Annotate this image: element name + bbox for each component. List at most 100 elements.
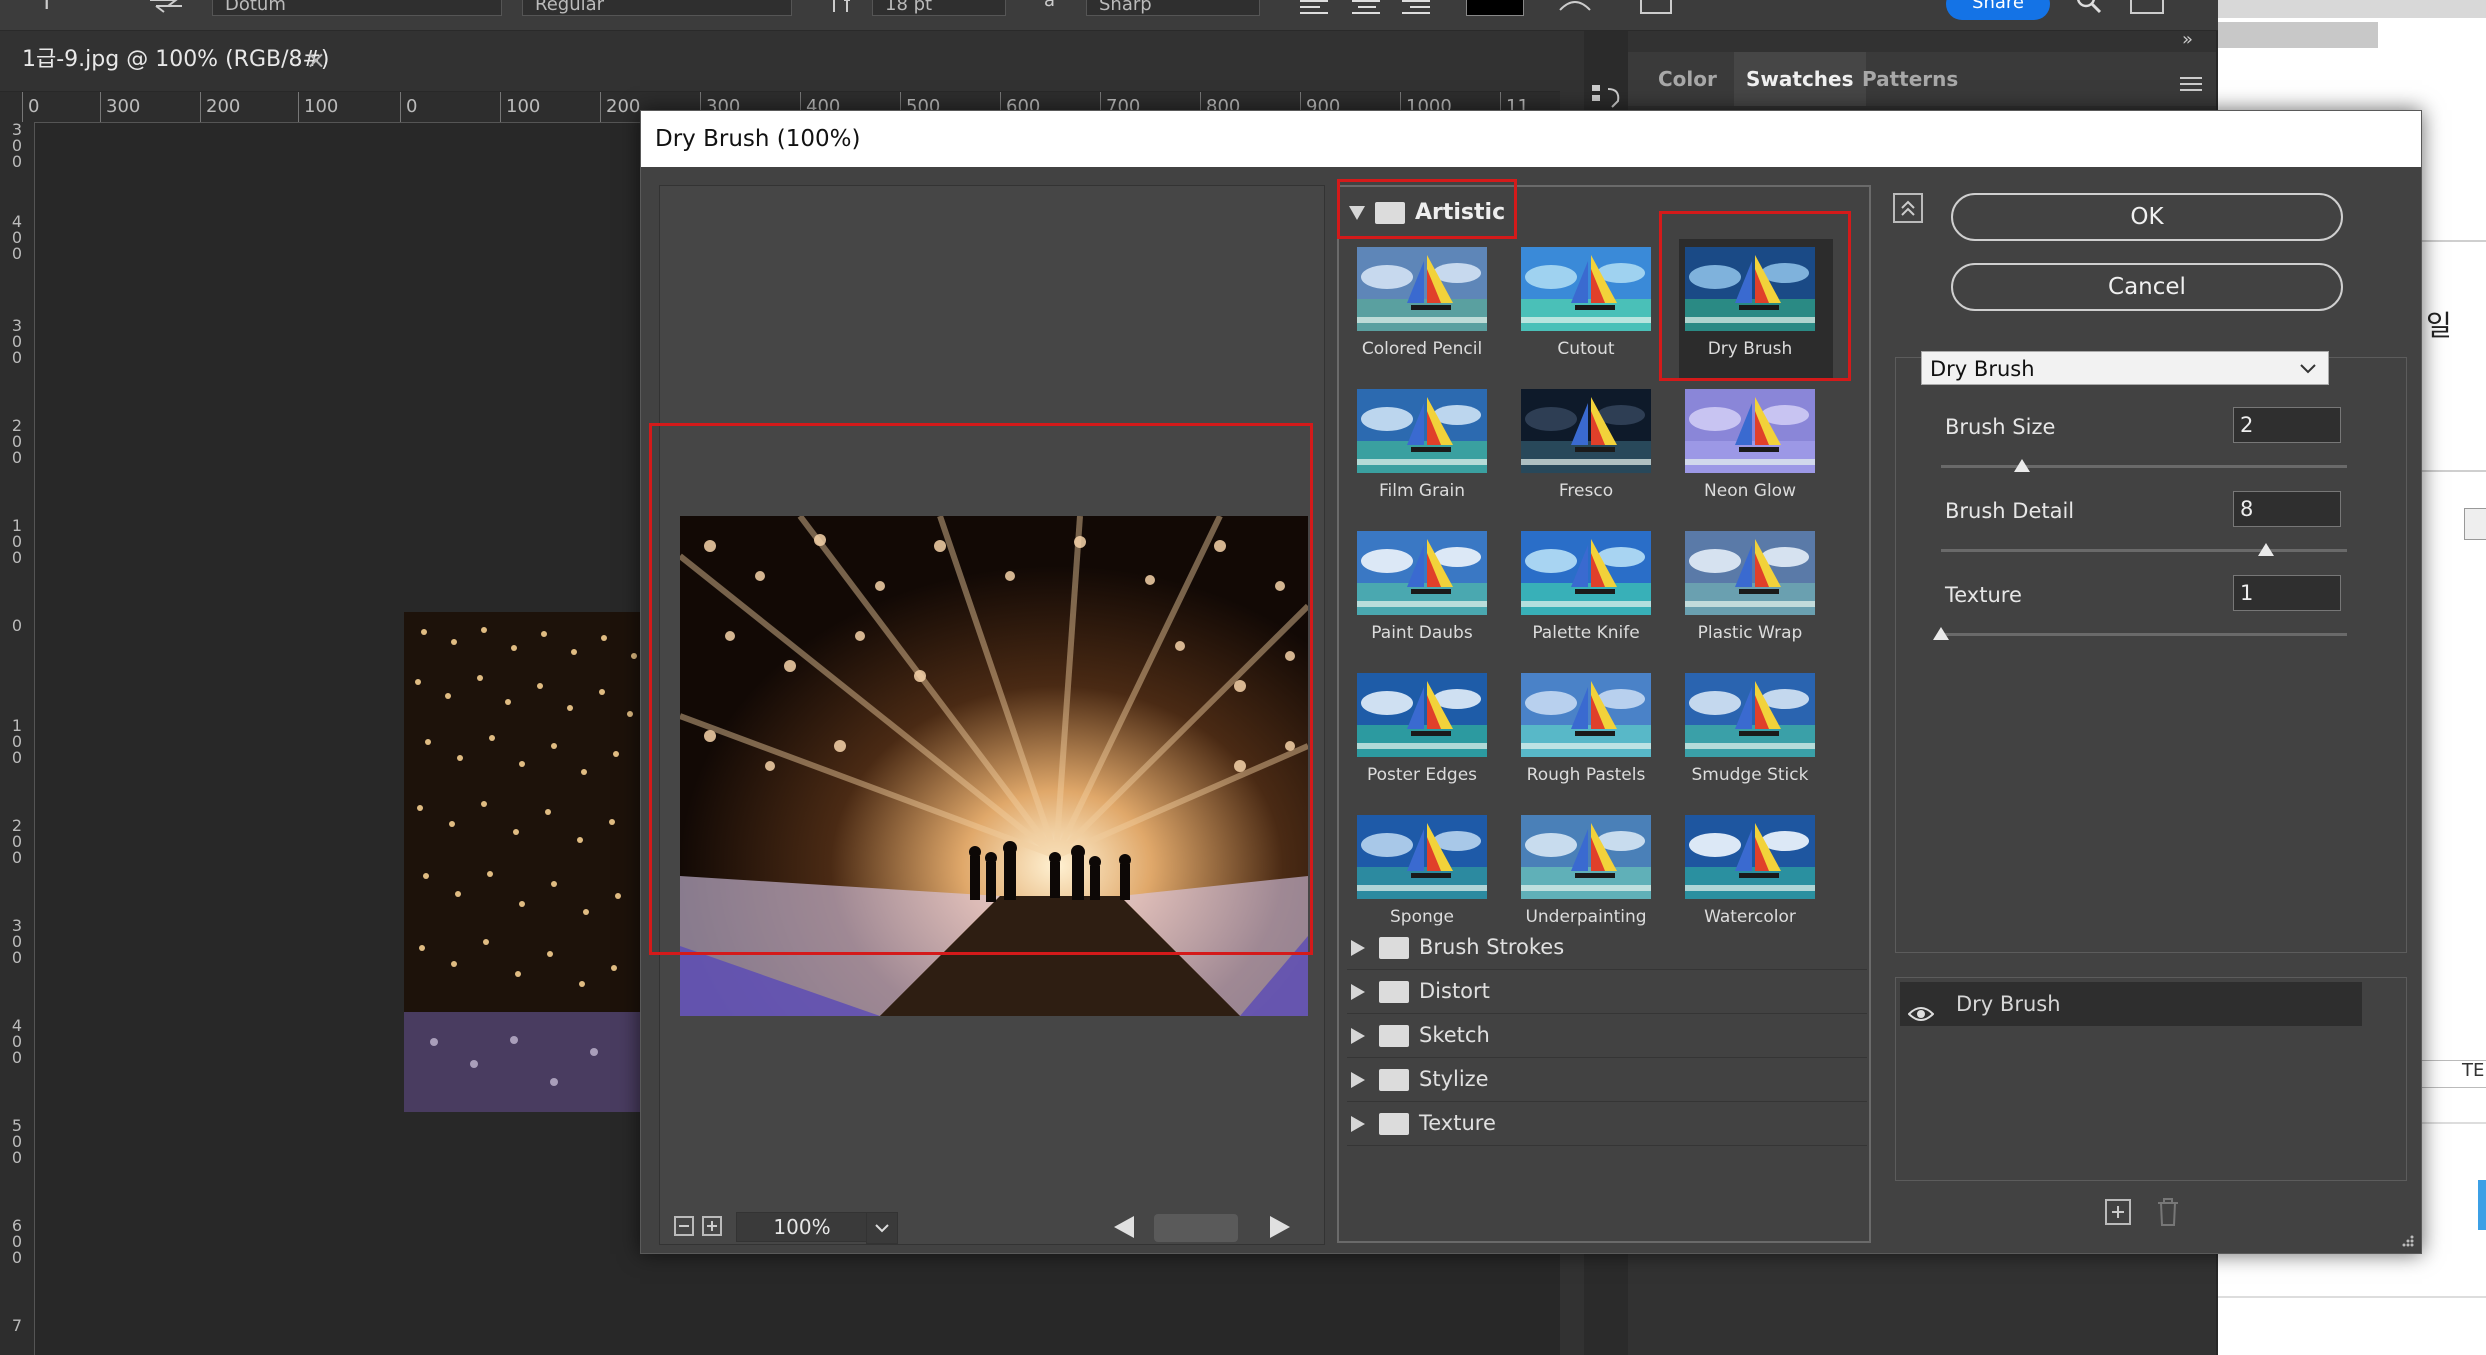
eye-icon[interactable] xyxy=(1907,994,1935,1021)
category-stylize-label: Stylize xyxy=(1419,1067,1489,1091)
filter-thumb-underpainting[interactable] xyxy=(1521,815,1651,899)
brush-detail-field[interactable]: 8 xyxy=(2233,491,2341,527)
text-color-swatch[interactable] xyxy=(1466,0,1524,16)
filter-thumb-film-grain[interactable] xyxy=(1357,389,1487,473)
filter-thumb-label: Palette Knife xyxy=(1532,623,1640,643)
search-icon[interactable] xyxy=(2074,0,2104,14)
tab-swatches[interactable]: Swatches xyxy=(1734,52,1866,106)
filter-thumb-rough-pastels[interactable] xyxy=(1521,673,1651,757)
filter-thumb-label: Film Grain xyxy=(1378,481,1466,501)
delete-effect-layer-icon[interactable] xyxy=(2155,1197,2181,1227)
brush-size-label: Brush Size xyxy=(1945,415,2056,439)
filter-select-value: Dry Brush xyxy=(1930,357,2035,381)
brush-detail-slider[interactable] xyxy=(1941,549,2347,552)
brush-size-field[interactable]: 2 xyxy=(2233,407,2341,443)
filter-thumb-poster-edges[interactable] xyxy=(1357,673,1487,757)
filter-thumb-neon-glow[interactable] xyxy=(1685,389,1815,473)
folder-icon xyxy=(1379,1025,1409,1047)
korean-label: 일 xyxy=(2426,309,2452,342)
texture-slider[interactable] xyxy=(1941,633,2347,636)
category-stylize[interactable]: Stylize xyxy=(1347,1057,1867,1102)
zoom-dropdown-chevron-down-icon[interactable] xyxy=(866,1212,898,1244)
workspace-icon[interactable] xyxy=(2130,0,2164,14)
filter-thumb-cutout[interactable] xyxy=(1521,247,1651,331)
options-bar: T Dotum Regular 18 pt a Sharp Share xyxy=(0,0,2220,31)
texture-field[interactable]: 1 xyxy=(2233,575,2341,611)
swatches-panel-header: Color Swatches Patterns xyxy=(1628,52,2216,106)
preview-scrollbar-thumb[interactable] xyxy=(1154,1214,1238,1242)
font-style-select[interactable]: Regular xyxy=(522,0,792,16)
share-button[interactable]: Share xyxy=(1946,0,2050,20)
effect-layers-panel: Dry Brush xyxy=(1895,977,2407,1181)
ruler-tick-label: 200 xyxy=(606,96,641,117)
tab-color[interactable]: Color xyxy=(1658,52,1717,106)
filter-thumb-smudge-stick[interactable] xyxy=(1685,673,1815,757)
ok-button[interactable]: OK xyxy=(1951,193,2343,241)
collapse-gallery-icon[interactable] xyxy=(1893,193,1923,223)
ruler-tick-label: 3 0 0 xyxy=(11,916,23,967)
ruler-tick-label: 0 xyxy=(11,616,23,635)
side-widget[interactable] xyxy=(2464,508,2486,540)
brush-detail-slider-handle[interactable] xyxy=(2257,543,2274,556)
zoom-out-icon[interactable] xyxy=(674,1216,694,1236)
brush-size-slider-handle[interactable] xyxy=(2014,459,2031,472)
brush-size-slider[interactable] xyxy=(1941,465,2347,468)
category-sketch[interactable]: Sketch xyxy=(1347,1013,1867,1058)
ruler-tick-label: 3 0 0 xyxy=(11,316,23,367)
collapse-panels-right-icon[interactable]: » xyxy=(2182,29,2193,50)
ruler-vertical: 3 0 0 4 0 0 3 0 0 2 0 0 1 0 0 0 1 0 0 2 0 0 3 0 … xyxy=(0,122,35,1355)
filter-thumb-label: Neon Glow xyxy=(1704,481,1796,501)
filter-thumb-plastic-wrap[interactable] xyxy=(1685,531,1815,615)
effect-layer-row[interactable]: Dry Brush xyxy=(1900,982,2362,1026)
warp-text-icon[interactable] xyxy=(1558,0,1592,14)
category-brush-strokes[interactable]: Brush Strokes xyxy=(1347,925,1867,970)
resize-grip-icon[interactable] xyxy=(2399,1231,2415,1247)
type-tool-icon[interactable]: T xyxy=(40,0,70,15)
zoom-level-field[interactable]: 100% xyxy=(736,1212,868,1242)
ruler-tick-label: 200 xyxy=(206,96,241,117)
ruler-tick-label: 6 0 0 xyxy=(11,1216,23,1267)
zoom-in-icon[interactable] xyxy=(702,1216,722,1236)
filter-thumb-sponge[interactable] xyxy=(1357,815,1487,899)
filter-thumb-label: Paint Daubs xyxy=(1371,623,1473,643)
filter-thumb-watercolor[interactable] xyxy=(1685,815,1815,899)
font-size-select[interactable]: 18 pt xyxy=(872,0,1006,16)
texture-slider-handle[interactable] xyxy=(1933,627,1949,640)
category-brush-strokes-label: Brush Strokes xyxy=(1419,935,1565,959)
align-right-icon[interactable] xyxy=(1400,0,1434,14)
texture-label: Texture xyxy=(1945,583,2022,607)
document-tab[interactable]: 1급-9.jpg @ 100% (RGB/8#) × xyxy=(0,33,352,89)
filter-thumb-label: Poster Edges xyxy=(1366,765,1478,785)
character-panel-icon[interactable] xyxy=(1640,0,1672,14)
filter-thumb-paint-daubs[interactable] xyxy=(1357,531,1487,615)
ruler-tick-label: 2 0 0 xyxy=(11,416,23,467)
filter-thumb-label: Colored Pencil xyxy=(1361,339,1483,359)
ruler-tick-label: 4 0 0 xyxy=(11,212,23,263)
filter-select[interactable]: Dry Brush xyxy=(1921,351,2329,385)
cell-code: TE xyxy=(2462,1060,2485,1081)
scroll-right-icon[interactable] xyxy=(1268,1214,1292,1240)
collapsed-triangle-icon xyxy=(1351,940,1365,956)
panel-menu-icon[interactable] xyxy=(2180,72,2202,91)
history-icon[interactable] xyxy=(1590,81,1624,111)
anti-alias-select[interactable]: Sharp xyxy=(1086,0,1260,16)
cancel-button[interactable]: Cancel xyxy=(1951,263,2343,311)
align-left-icon[interactable] xyxy=(1298,0,1332,14)
text-orientation-icon[interactable] xyxy=(146,0,186,14)
new-effect-layer-icon[interactable] xyxy=(2105,1199,2131,1225)
folder-icon xyxy=(1379,1069,1409,1091)
tab-patterns[interactable]: Patterns xyxy=(1862,52,1958,106)
font-family-select[interactable]: Dotum xyxy=(212,0,502,16)
category-texture[interactable]: Texture xyxy=(1347,1101,1867,1146)
filter-thumb-label: Sponge xyxy=(1389,907,1454,927)
filter-thumb-palette-knife[interactable] xyxy=(1521,531,1651,615)
filter-thumb-fresco[interactable] xyxy=(1521,389,1651,473)
filter-thumb-colored-pencil[interactable] xyxy=(1357,247,1487,331)
scroll-left-icon[interactable] xyxy=(1112,1214,1136,1240)
collapsed-triangle-icon xyxy=(1351,1028,1365,1044)
chevron-down-icon xyxy=(2300,364,2316,374)
align-center-icon[interactable] xyxy=(1350,0,1384,14)
close-tab-icon[interactable]: × xyxy=(306,33,326,87)
category-distort[interactable]: Distort xyxy=(1347,969,1867,1014)
brush-detail-label: Brush Detail xyxy=(1945,499,2075,523)
